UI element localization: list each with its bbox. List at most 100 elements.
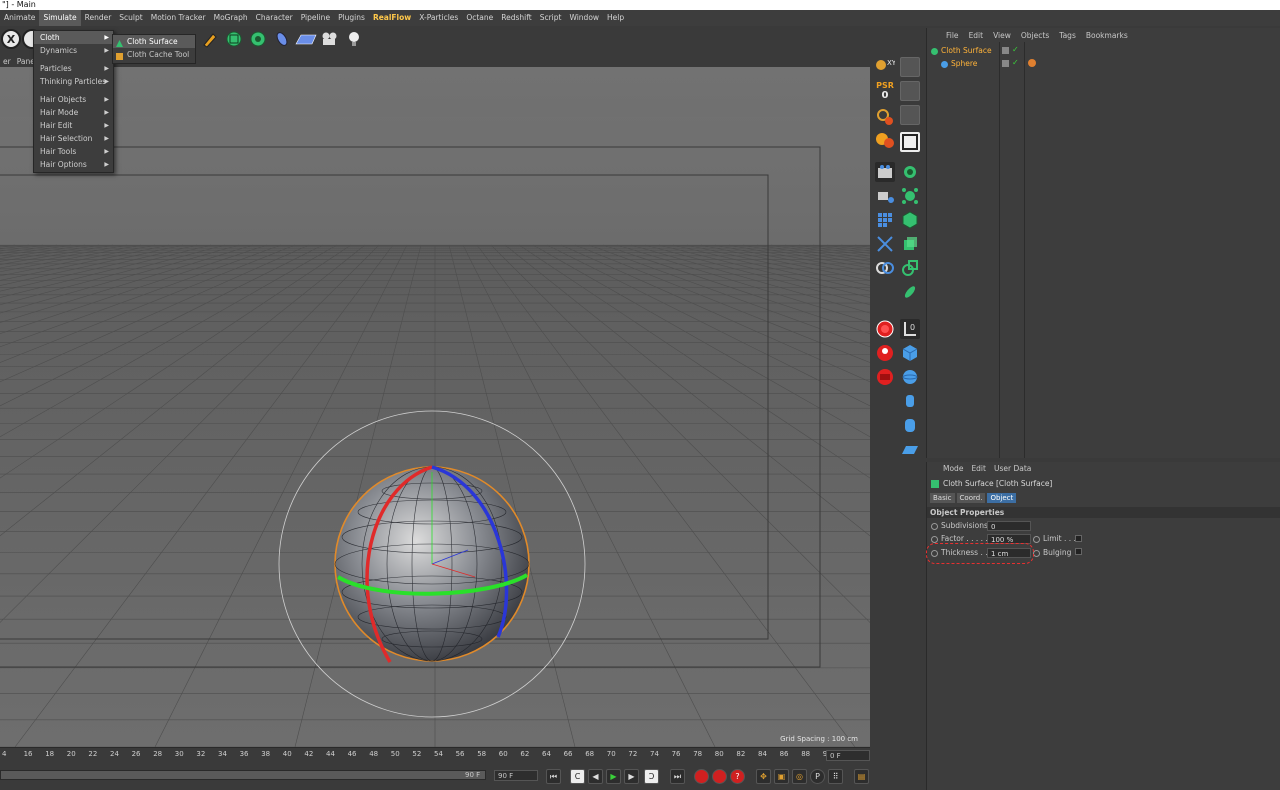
capsule-icon[interactable] [900,415,920,435]
animate-radio[interactable] [1033,535,1040,543]
scale-key-icon[interactable]: ▣ [774,769,789,784]
menu-character[interactable]: Character [252,10,297,26]
timeline-ruler[interactable]: 4 16 18 20 22 24 26 28 30 32 34 36 38 40 42 44 46 48 50 52 5… [0,747,870,761]
workplane-icon[interactable] [900,132,920,152]
menu-item-particles[interactable]: Particles ▶ [34,62,113,75]
subdivisions-field[interactable]: 0 [987,521,1031,531]
keyframe-help-icon[interactable]: ? [730,769,745,784]
menu-animate[interactable]: Animate [0,10,39,26]
points-mode-icon[interactable] [875,162,895,182]
subdivision-surface-icon[interactable] [900,210,920,230]
menu-item-hair-objects[interactable]: Hair Objects ▶ [34,93,113,106]
om-menu-bookmarks[interactable]: Bookmarks [1081,31,1133,40]
plane-icon[interactable] [900,439,920,459]
uv-mode-icon[interactable] [875,234,895,254]
menu-sculpt[interactable]: Sculpt [115,10,146,26]
go-to-end-icon[interactable]: ⏭ [670,769,685,784]
layer-icon[interactable] [1002,47,1009,54]
tab-basic[interactable]: Basic [930,493,955,503]
psr-widget[interactable]: PSR 0 [875,81,895,105]
enabled-check-icon[interactable]: ✓ [1012,58,1019,67]
object-row-cloth-surface[interactable]: Cloth Surface [931,45,992,57]
paint-icon[interactable] [875,130,895,150]
cylinder-icon[interactable] [900,391,920,411]
keyframe-selection-icon[interactable] [875,367,895,387]
menu-octane[interactable]: Octane [462,10,497,26]
3d-viewport[interactable]: Grid Spacing : 100 cm [0,67,870,747]
cube-icon[interactable] [900,343,920,363]
menu-script[interactable]: Script [536,10,566,26]
menu-x-particles[interactable]: X-Particles [415,10,462,26]
x-axis-button[interactable]: X [1,29,21,49]
cloner-icon[interactable] [900,186,920,206]
play-icon[interactable]: ▶ [606,769,621,784]
animate-radio[interactable] [1033,549,1040,557]
pla-key-icon[interactable]: ⠿ [828,769,843,784]
am-menu-mode[interactable]: Mode [939,464,967,473]
frame-range-slider[interactable] [0,770,486,780]
autokeying-icon[interactable] [712,769,727,784]
tab-object[interactable]: Object [987,493,1017,503]
floor-icon[interactable] [294,29,318,49]
enabled-check-icon[interactable]: ✓ [1012,45,1019,54]
object-mode-icon[interactable] [900,81,920,101]
rotate-key-icon[interactable]: ◎ [792,769,807,784]
am-menu-edit[interactable]: Edit [967,464,990,473]
tag-icon[interactable] [1028,59,1036,67]
limit-checkbox[interactable] [1075,535,1082,542]
am-menu-user-data[interactable]: User Data [990,464,1035,473]
object-row-sphere[interactable]: Sphere [941,58,977,70]
previous-key-icon[interactable]: C [570,769,585,784]
param-key-icon[interactable]: P [810,769,825,784]
next-frame-icon[interactable]: ▶ [624,769,639,784]
menu-item-hair-selection[interactable]: Hair Selection ▶ [34,132,113,145]
layer-icon[interactable] [1002,60,1009,67]
polygons-mode-icon[interactable] [875,210,895,230]
deformer-icon[interactable] [272,29,292,49]
next-key-icon[interactable]: Ↄ [644,769,659,784]
menu-item-cloth-cache-tool[interactable]: Cloth Cache Tool [113,48,195,61]
bulging-checkbox[interactable] [1075,548,1082,555]
om-menu-tags[interactable]: Tags [1054,31,1081,40]
menu-item-hair-tools[interactable]: Hair Tools ▶ [34,145,113,158]
tab-coord[interactable]: Coord. [956,493,986,503]
model-mode-icon[interactable] [900,57,920,77]
array-object-icon[interactable] [900,162,920,182]
animate-radio[interactable] [931,535,938,543]
pen-tool-icon[interactable] [200,29,220,49]
magnet-icon[interactable] [875,107,895,127]
subdivision-icon[interactable] [224,29,244,49]
viewport-menu-item[interactable]: er [0,57,14,66]
menu-item-hair-options[interactable]: Hair Options ▶ [34,158,113,171]
om-menu-file[interactable]: File [941,31,964,40]
menu-pipeline[interactable]: Pipeline [297,10,334,26]
camera-icon[interactable] [320,29,340,49]
menu-mograph[interactable]: MoGraph [210,10,252,26]
menu-window[interactable]: Window [565,10,603,26]
array-icon[interactable] [248,29,268,49]
light-icon[interactable] [344,29,364,49]
edges-mode-icon[interactable] [875,186,895,206]
texture-mode-icon[interactable] [900,105,920,125]
extrude-icon[interactable] [900,234,920,254]
menu-motion-tracker[interactable]: Motion Tracker [147,10,210,26]
om-menu-edit[interactable]: Edit [964,31,989,40]
timeline-window-icon[interactable]: ▤ [854,769,869,784]
null-object-icon[interactable]: 0 [900,319,920,339]
menu-help[interactable]: Help [603,10,628,26]
menu-render[interactable]: Render [81,10,116,26]
go-to-start-icon[interactable]: ⏮ [546,769,561,784]
previous-frame-icon[interactable]: ◀ [588,769,603,784]
menu-item-cloth-surface[interactable]: Cloth Surface [113,35,195,48]
menu-realflow[interactable]: RealFlow [369,10,415,26]
menu-redshift[interactable]: Redshift [497,10,535,26]
end-frame-field[interactable]: 90 F [494,770,538,781]
om-menu-view[interactable]: View [988,31,1016,40]
record-active-icon[interactable] [875,319,895,339]
boole-icon[interactable] [900,258,920,278]
autokey-icon[interactable] [875,343,895,363]
animate-radio[interactable] [931,522,938,530]
menu-item-dynamics[interactable]: Dynamics ▶ [34,44,113,57]
menu-simulate[interactable]: Simulate [39,10,81,26]
sculpt-mode-icon[interactable] [875,258,895,278]
